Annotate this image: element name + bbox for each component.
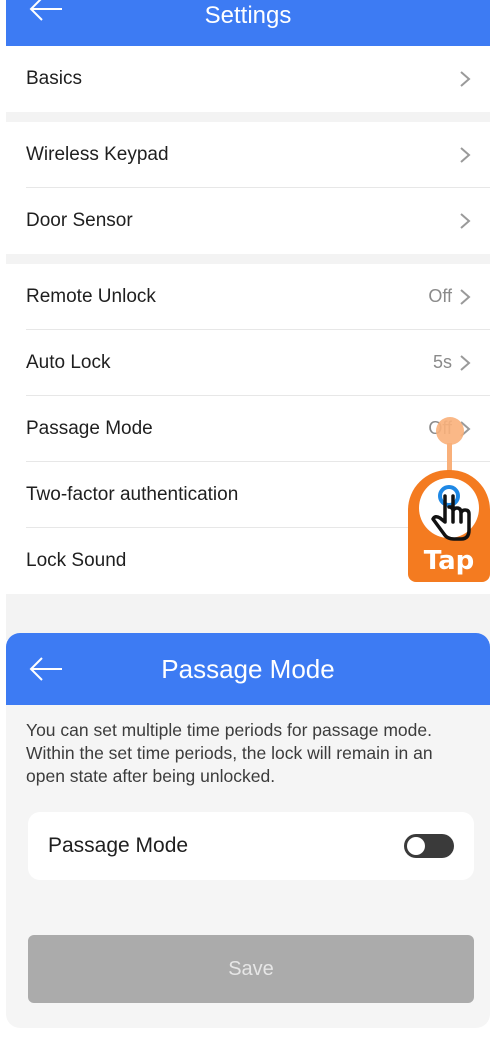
page-title: Settings [204,2,292,29]
chevron-right-icon [460,354,471,371]
passage-mode-card: Passage Mode [28,812,474,880]
settings-row-auto-lock[interactable]: Auto Lock 5s [26,330,490,396]
row-label: Basics [26,68,82,89]
passage-mode-toggle[interactable] [404,834,454,858]
save-button[interactable]: Save [28,935,474,1003]
row-label: Auto Lock [26,351,111,373]
tap-target-indicator [436,417,464,445]
hand-pointer-icon [419,478,479,541]
settings-row-remote-unlock[interactable]: Remote Unlock Off [26,264,490,330]
settings-row-wireless-keypad[interactable]: Wireless Keypad [26,122,490,188]
passage-header: Passage Mode [6,633,490,705]
settings-header: Settings [6,0,490,46]
chevron-right-icon [460,71,471,87]
row-label: Remote Unlock [26,285,156,307]
row-label: Lock Sound [26,550,127,571]
passage-mode-screen: Passage Mode You can set multiple time p… [6,633,490,1028]
row-label: Two-factor authentication [26,483,239,505]
passage-mode-label: Passage Mode [48,834,189,857]
passage-description: You can set multiple time periods for pa… [26,720,433,786]
row-label: Wireless Keypad [26,143,169,165]
settings-row-door-sensor[interactable]: Door Sensor [26,188,490,254]
page-title: Passage Mode [161,653,335,684]
settings-group-2: Wireless Keypad Door Sensor [6,122,490,254]
settings-group-1: Basics [6,46,490,112]
chevron-right-icon [460,288,471,305]
back-arrow-icon[interactable] [28,0,64,24]
settings-row-passage-mode[interactable]: Passage Mode Off [26,396,490,462]
chevron-right-icon [460,146,471,163]
tap-hint-badge: Tap [408,470,490,582]
toggle-knob [407,837,425,855]
row-label: Passage Mode [26,417,153,439]
back-arrow-icon[interactable] [28,655,64,683]
row-label: Door Sensor [26,210,133,231]
chevron-right-icon [460,213,471,229]
settings-row-basics[interactable]: Basics [26,46,490,112]
tap-label: Tap [423,546,475,576]
row-value: Off [428,286,452,306]
row-value: 5s [432,352,452,372]
